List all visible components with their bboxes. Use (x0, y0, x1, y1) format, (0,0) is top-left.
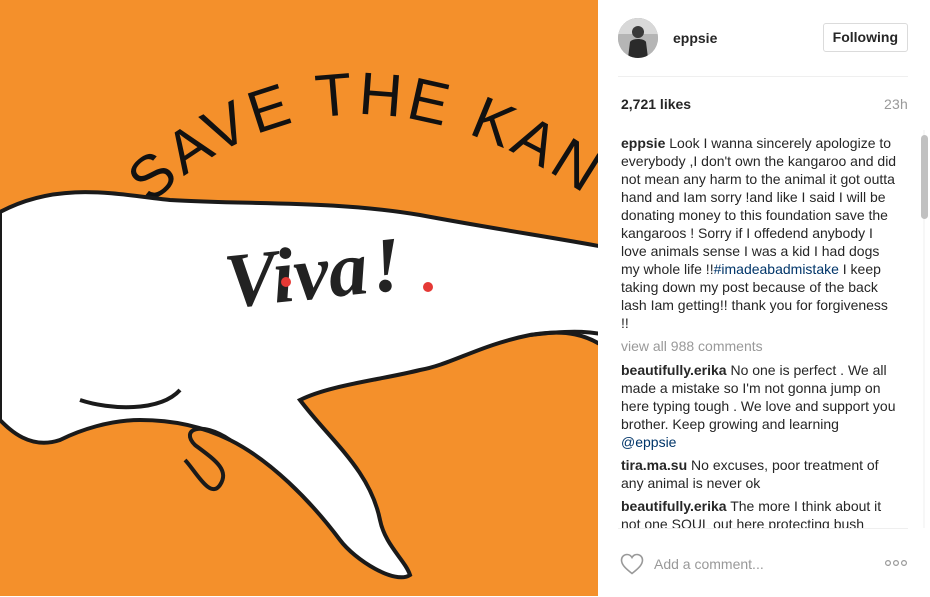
comment-item: tira.ma.su No excuses, poor treatment of… (621, 456, 897, 492)
comments-list: eppsie Look I wanna sincerely apologize … (621, 134, 897, 528)
comment-item: beautifully.erika No one is perfect . We… (621, 361, 897, 451)
caption-username[interactable]: eppsie (621, 135, 665, 151)
username-link[interactable]: eppsie (673, 30, 717, 46)
comment-username[interactable]: beautifully.erika (621, 498, 727, 514)
view-all-comments-link[interactable]: view all 988 comments (621, 337, 897, 355)
hashtag-link[interactable]: #imadeabadmistake (714, 261, 839, 277)
post-header: eppsie Following (618, 0, 908, 77)
scrollbar-thumb[interactable] (921, 135, 928, 219)
likes-count[interactable]: 2,721 likes (621, 96, 691, 112)
mention-link[interactable]: @eppsie (621, 434, 676, 450)
avatar[interactable] (618, 18, 658, 58)
post-footer (618, 528, 908, 597)
following-button[interactable]: Following (822, 23, 908, 52)
caption: eppsie Look I wanna sincerely apologize … (621, 134, 897, 332)
kangaroo-image: SAVE THE KAN Viva! (0, 0, 598, 596)
heart-outline-icon[interactable] (620, 553, 644, 575)
comment-username[interactable]: tira.ma.su (621, 457, 687, 473)
caption-text: Look I wanna sincerely apologize to ever… (621, 135, 897, 277)
comments-scrollbar[interactable] (919, 130, 929, 528)
add-comment-input[interactable] (654, 554, 874, 574)
post-timestamp[interactable]: 23h (884, 96, 908, 112)
post-photo[interactable]: SAVE THE KAN Viva! (0, 0, 598, 596)
viva-logo: Viva! (220, 220, 405, 325)
comment-item: beautifully.erika The more I think about… (621, 497, 897, 528)
ellipsis-icon[interactable] (884, 559, 908, 567)
comment-username[interactable]: beautifully.erika (621, 362, 727, 378)
likes-row: 2,721 likes 23h (621, 96, 908, 116)
post-details-panel: eppsie Following 2,721 likes 23h eppsie … (598, 0, 930, 596)
